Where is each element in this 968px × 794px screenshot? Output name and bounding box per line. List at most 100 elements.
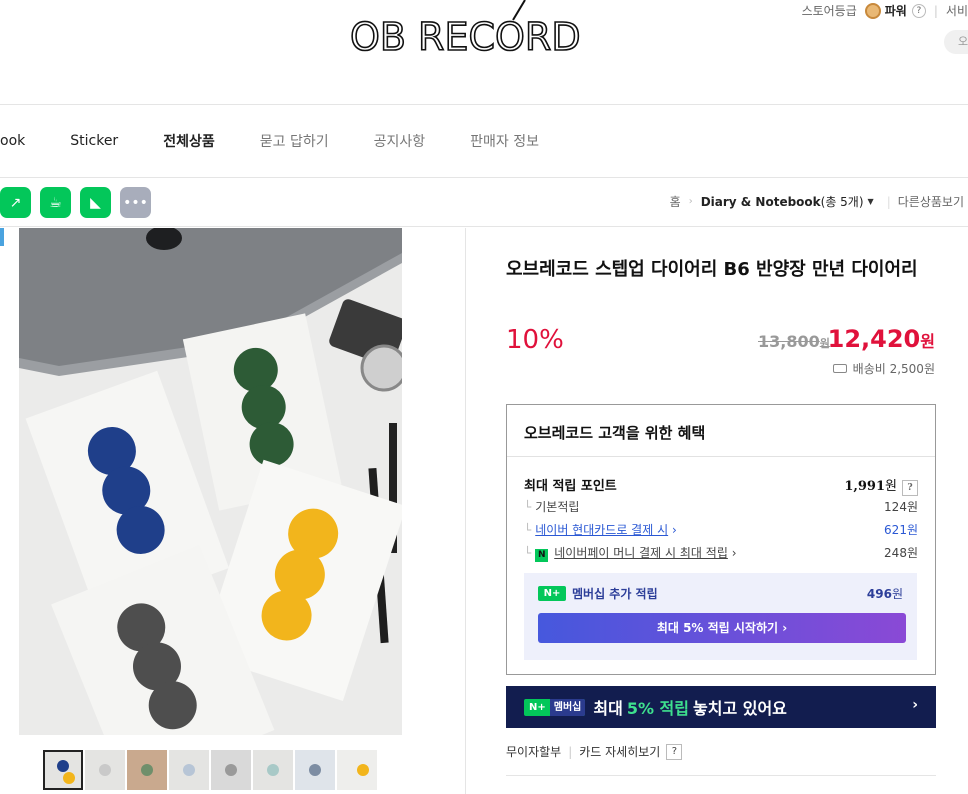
points-help-icon[interactable]: ? xyxy=(902,480,918,496)
thumbnail[interactable] xyxy=(337,750,377,790)
card-info: 무이자할부 | 카드 자세히보기 ? xyxy=(506,743,683,760)
share-bar: ↗ ☕ ◣ ••• xyxy=(0,187,151,218)
npay-icon: N xyxy=(535,549,549,562)
membership-number: 496 xyxy=(866,587,892,601)
thumbnail[interactable] xyxy=(43,750,83,790)
thumbnail[interactable] xyxy=(127,750,167,790)
service-link[interactable]: 서비 xyxy=(946,2,968,19)
selection-marker xyxy=(0,228,4,246)
nav-item-seller-info[interactable]: 판매자 정보 xyxy=(470,131,539,151)
benefit-title: 오브레코드 고객을 위한 혜택 xyxy=(524,424,706,442)
medal-icon xyxy=(864,2,881,19)
logo-graphic: OB RECORD xyxy=(349,0,581,60)
npay-money-link[interactable]: 네이버페이 머니 결제 시 최대 적립 xyxy=(554,546,728,560)
thumbnail-strip xyxy=(43,750,379,790)
discount-rate: 10% xyxy=(506,325,564,355)
product-title: 오브레코드 스텝업 다이어리 B6 반양장 만년 다이어리 xyxy=(506,259,918,280)
nav-item-qna[interactable]: 묻고 답하기 xyxy=(260,131,329,151)
breadcrumb: 홈 › Diary & Notebook (총 5개) ▼ | 다른상품보기 xyxy=(670,193,964,210)
thumbnail[interactable] xyxy=(211,750,251,790)
bookmark-icon[interactable]: ◣ xyxy=(80,187,111,218)
installment-link[interactable]: 무이자할부 xyxy=(506,743,561,760)
naver-plus-icon: N+ xyxy=(529,701,546,713)
max-points-number: 1,991 xyxy=(844,479,886,494)
membership-badge-text: 멤버십 xyxy=(549,698,586,716)
logo-text: OB RECORD xyxy=(350,15,581,59)
max-points-unit: 원 xyxy=(885,479,897,494)
chevron-right-icon: › xyxy=(688,196,693,207)
thumbnail[interactable] xyxy=(85,750,125,790)
card-details-link[interactable]: 카드 자세히보기 xyxy=(579,743,660,760)
divider: | xyxy=(933,3,938,18)
benefit-row: └ N 네이버페이 머니 결제 시 최대 적립 › 248원 xyxy=(524,544,918,562)
sale-price: 12,420원 xyxy=(828,325,935,353)
tree-branch-icon: └ xyxy=(524,523,532,537)
truck-icon xyxy=(832,364,847,373)
original-price: 13,800원 xyxy=(758,332,830,351)
chevron-right-icon: › xyxy=(912,697,918,713)
naver-plus-badge: N+ 멤버십 xyxy=(524,698,586,716)
product-photo xyxy=(19,228,402,735)
benefit-value: 124원 xyxy=(884,500,918,514)
grade-value: 파워 xyxy=(884,4,907,18)
search-input[interactable]: 오 xyxy=(944,30,968,54)
chevron-right-icon: › xyxy=(668,523,677,537)
tree-branch-icon: └ xyxy=(524,500,532,514)
divider: | xyxy=(886,194,891,209)
tree-branch-icon: └ xyxy=(524,546,532,560)
start-membership-button[interactable]: 최대 5% 적립 시작하기 › xyxy=(538,613,906,643)
membership-value: 496원 xyxy=(867,585,903,602)
thumbnail[interactable] xyxy=(295,750,335,790)
benefit-label: 기본적립 xyxy=(535,500,580,514)
chevron-down-icon[interactable]: ▼ xyxy=(868,197,874,206)
original-price-value: 13,800 xyxy=(758,332,820,351)
membership-unit: 원 xyxy=(891,587,903,601)
category-nav: ook Sticker 전체상품 묻고 답하기 공지사항 판매자 정보 xyxy=(0,105,584,177)
membership-panel: N+ 멤버십 추가 적립 496원 최대 5% 적립 시작하기 › xyxy=(524,573,917,660)
chevron-right-icon: › xyxy=(727,546,737,560)
divider xyxy=(507,456,935,457)
divider xyxy=(465,228,466,794)
share-green-icon[interactable]: ↗ xyxy=(0,187,31,218)
more-icon[interactable]: ••• xyxy=(120,187,151,218)
breadcrumb-home[interactable]: 홈 xyxy=(670,193,681,210)
store-logo[interactable]: OB RECORD xyxy=(345,0,585,75)
benefit-box: 오브레코드 고객을 위한 혜택 최대 적립 포인트 1,991원? └ 기본적립 … xyxy=(506,404,936,675)
max-points-label: 최대 적립 포인트 xyxy=(524,479,617,494)
benefit-row: └ 기본적립 124원 xyxy=(524,498,918,515)
breadcrumb-count: (총 5개) xyxy=(820,195,864,209)
breadcrumb-category[interactable]: Diary & Notebook xyxy=(701,195,821,209)
thumbnail[interactable] xyxy=(253,750,293,790)
banner-text: 놓치고 있어요 xyxy=(693,699,787,718)
shipping-fee: 배송비 2,500원 xyxy=(832,360,935,377)
shipping-text: 배송비 2,500원 xyxy=(852,362,935,376)
hyundai-card-link[interactable]: 네이버 현대카드로 결제 시 xyxy=(535,523,668,537)
nav-item-sticker[interactable]: Sticker xyxy=(70,133,118,149)
other-products-link[interactable]: 다른상품보기 xyxy=(898,193,964,210)
banner-highlight: 5% 적립 xyxy=(626,699,689,718)
benefit-value: 621원 xyxy=(884,523,918,537)
nav-item-all-products[interactable]: 전체상품 xyxy=(163,131,215,151)
cup-icon[interactable]: ☕ xyxy=(40,187,71,218)
membership-banner[interactable]: N+ 멤버십 최대 5% 적립 놓치고 있어요 › xyxy=(506,686,936,728)
card-help-icon[interactable]: ? xyxy=(666,743,683,760)
benefit-value: 248원 xyxy=(884,546,918,560)
nav-item-notice[interactable]: 공지사항 xyxy=(374,131,426,151)
grade-help-icon[interactable]: ? xyxy=(911,3,926,18)
divider xyxy=(506,775,936,776)
max-points-value: 1,991원? xyxy=(844,475,918,496)
store-grade-label: 스토어등급 xyxy=(801,4,857,18)
divider: | xyxy=(568,744,573,759)
nav-item-notebook[interactable]: ook xyxy=(0,133,25,149)
sale-price-unit: 원 xyxy=(920,332,935,351)
store-grade: 스토어등급 파워 ? | 서비 xyxy=(802,2,968,19)
thumbnail[interactable] xyxy=(169,750,209,790)
membership-label: 멤버십 추가 적립 xyxy=(572,587,658,601)
benefit-row: └ 네이버 현대카드로 결제 시 › 621원 xyxy=(524,521,918,538)
max-points-row: 최대 적립 포인트 1,991원? xyxy=(524,475,918,496)
sale-price-value: 12,420 xyxy=(827,325,921,353)
product-main-image[interactable] xyxy=(19,228,402,735)
banner-text: 최대 xyxy=(593,699,623,718)
membership-label-wrap: N+ 멤버십 추가 적립 xyxy=(538,585,658,602)
naver-plus-icon: N+ xyxy=(538,586,566,601)
